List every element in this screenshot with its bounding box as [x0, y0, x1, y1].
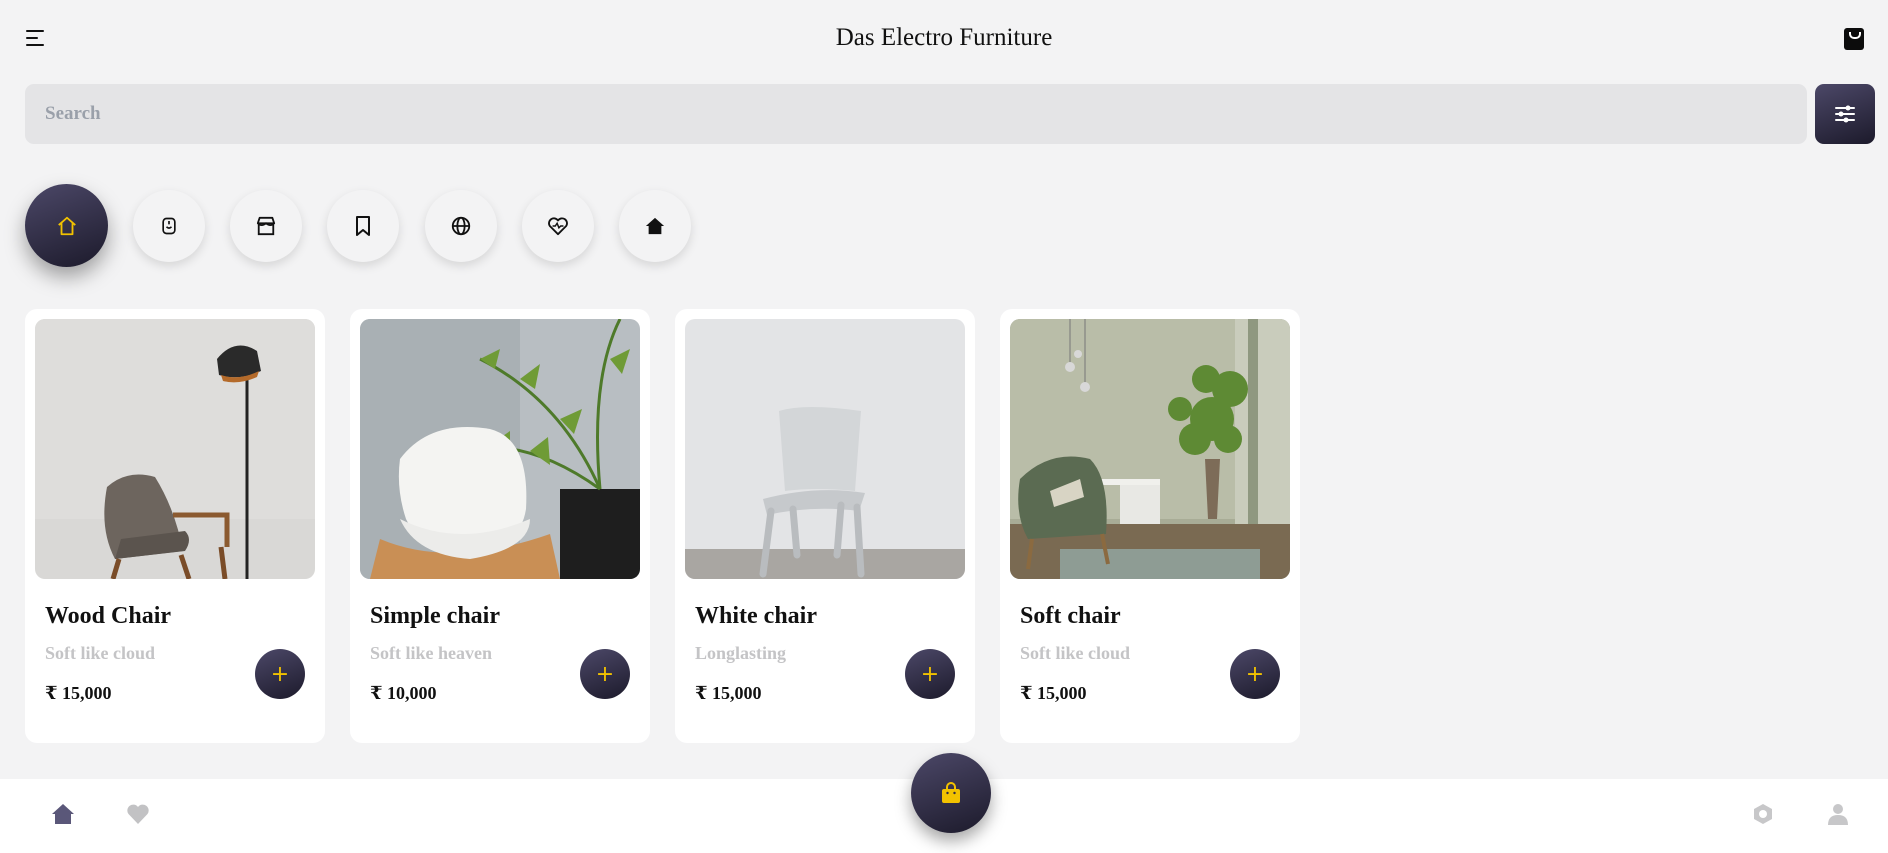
- bookmark-icon: [356, 216, 370, 236]
- product-name: Wood Chair: [45, 603, 172, 629]
- category-globe[interactable]: [425, 190, 497, 262]
- add-to-cart-button[interactable]: +: [580, 649, 630, 699]
- product-grid: Wood Chair Soft like cloud ₹ 15,000 + Si…: [25, 309, 1325, 743]
- nav-profile[interactable]: [1823, 799, 1853, 829]
- product-image-simple-chair: [360, 319, 640, 579]
- category-bar: [25, 184, 745, 270]
- add-to-cart-button[interactable]: +: [255, 649, 305, 699]
- product-image-soft-chair: [1010, 319, 1290, 579]
- category-home[interactable]: [25, 184, 108, 267]
- category-health[interactable]: [522, 190, 594, 262]
- filter-button[interactable]: [1815, 84, 1875, 144]
- smile-tag-icon: [162, 217, 176, 235]
- home-outline-icon: [57, 216, 76, 235]
- product-price: ₹ 15,000: [45, 683, 112, 703]
- add-to-cart-button[interactable]: +: [1230, 649, 1280, 699]
- product-card[interactable]: Simple chair Soft like heaven ₹ 10,000 +: [350, 309, 650, 743]
- product-card[interactable]: Soft chair Soft like cloud ₹ 15,000 +: [1000, 309, 1300, 743]
- nav-settings[interactable]: [1748, 799, 1778, 829]
- product-image-wood-chair: [35, 319, 315, 579]
- nav-favorites[interactable]: [123, 799, 153, 829]
- home-filled-icon: [645, 217, 665, 235]
- category-tag[interactable]: [133, 190, 205, 262]
- sliders-icon: [1835, 105, 1855, 123]
- product-price: ₹ 10,000: [370, 683, 437, 703]
- shopping-bag-icon[interactable]: [1844, 28, 1864, 50]
- home-icon: [52, 804, 74, 824]
- hexagon-icon: [1754, 804, 1772, 824]
- product-card[interactable]: White chair Longlasting ₹ 15,000 +: [675, 309, 975, 743]
- product-image-white-chair: [685, 319, 965, 579]
- product-price: ₹ 15,000: [1020, 683, 1087, 703]
- app-header: Das Electro Furniture: [0, 0, 1888, 78]
- product-name: Soft chair: [1020, 603, 1121, 629]
- category-house[interactable]: [619, 190, 691, 262]
- product-name: Simple chair: [370, 603, 500, 629]
- app-title: Das Electro Furniture: [835, 24, 1053, 51]
- product-subtitle: Soft like cloud: [1020, 643, 1131, 663]
- nav-home[interactable]: [48, 799, 78, 829]
- product-subtitle: Soft like cloud: [45, 643, 156, 663]
- product-price: ₹ 15,000: [695, 683, 762, 703]
- store-icon: [256, 216, 276, 236]
- heart-icon: [127, 804, 149, 824]
- shopping-bag-icon: [942, 782, 960, 803]
- category-store[interactable]: [230, 190, 302, 262]
- globe-icon: [451, 216, 471, 236]
- heart-pulse-icon: [548, 217, 568, 236]
- cart-fab-button[interactable]: [911, 753, 991, 833]
- product-subtitle: Soft like heaven: [370, 643, 493, 663]
- search-input[interactable]: [25, 84, 1807, 144]
- product-name: White chair: [695, 603, 817, 629]
- category-bookmark[interactable]: [327, 190, 399, 262]
- user-icon: [1828, 804, 1848, 825]
- add-to-cart-button[interactable]: +: [905, 649, 955, 699]
- product-card[interactable]: Wood Chair Soft like cloud ₹ 15,000 +: [25, 309, 325, 743]
- product-subtitle: Longlasting: [695, 643, 787, 663]
- search-row: [25, 84, 1875, 144]
